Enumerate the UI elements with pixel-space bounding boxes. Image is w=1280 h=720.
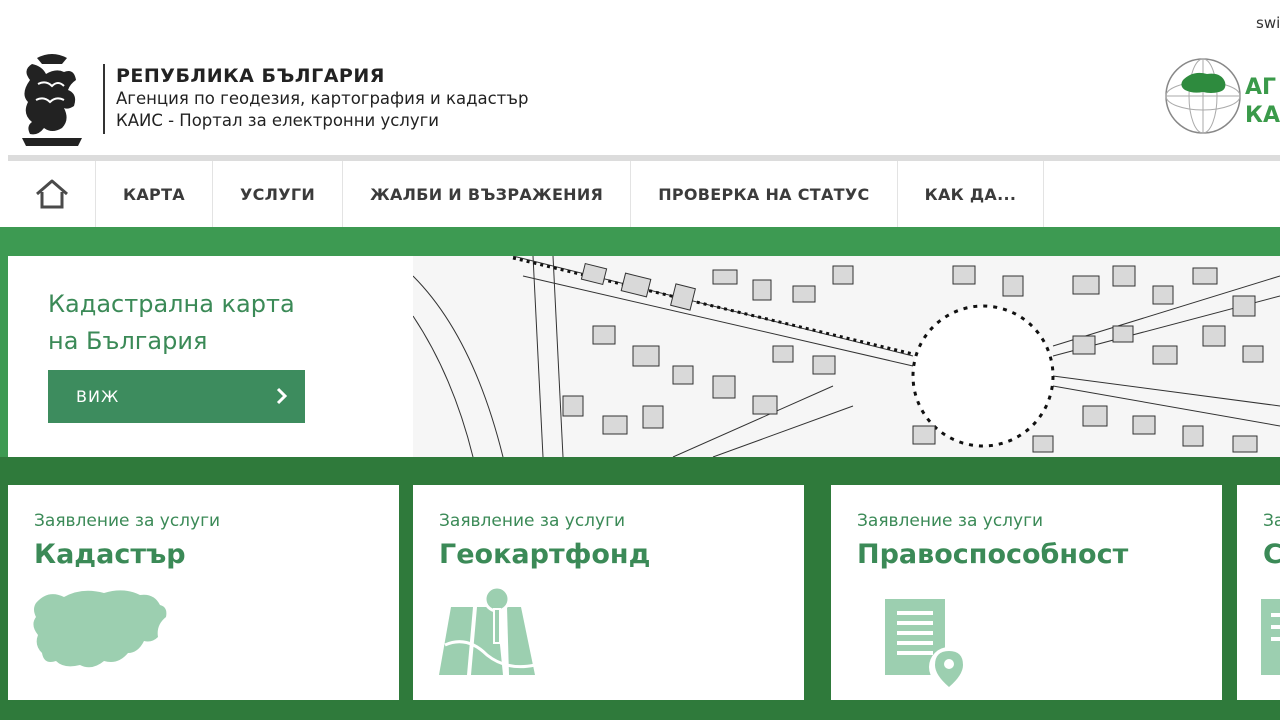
agency-globe-logo — [1165, 58, 1241, 134]
card-title: Правоспособност — [857, 539, 1129, 570]
card-subtitle: Заявление за услуги — [857, 511, 1044, 531]
main-nav: КАРТА УСЛУГИ ЖАЛБИ И ВЪЗРАЖЕНИЯ ПРОВЕРКА… — [8, 161, 1045, 227]
card-subtitle: Заявление за услуги — [34, 511, 221, 531]
card-legal-capacity[interactable]: Заявление за услуги Правоспособност — [831, 485, 1222, 700]
nav-item-map[interactable]: КАРТА — [96, 161, 213, 227]
card-title: Геокартфонд — [439, 539, 651, 570]
card-geocartfond[interactable]: Заявление за услуги Геокартфонд — [413, 485, 804, 700]
nav-item-complaints[interactable]: ЖАЛБИ И ВЪЗРАЖЕНИЯ — [343, 161, 632, 227]
view-map-button-label: ВИЖ — [76, 387, 120, 406]
home-icon — [35, 179, 68, 209]
hero-banner: Кадастрална карта на България ВИЖ — [8, 256, 1280, 457]
agency-logo-text: АГ КА — [1245, 74, 1280, 130]
view-map-button[interactable]: ВИЖ — [48, 370, 305, 423]
header-divider — [103, 64, 105, 134]
nav-item-services[interactable]: УСЛУГИ — [213, 161, 344, 227]
chevron-right-icon — [276, 387, 288, 405]
nav-home[interactable] — [8, 161, 96, 227]
bulgaria-map-icon — [33, 590, 167, 668]
agency-name: Агенция по геодезия, картография и кадас… — [116, 89, 529, 108]
agency-logo-line2: КА — [1245, 103, 1280, 128]
coat-of-arms-icon — [22, 54, 82, 146]
republic-title: РЕПУБЛИКА БЪЛГАРИЯ — [116, 65, 385, 87]
card-title: Кадастър — [34, 539, 186, 570]
site-header: РЕПУБЛИКА БЪЛГАРИЯ Агенция по геодезия, … — [0, 44, 1280, 156]
document-pin-icon — [885, 599, 969, 687]
card-fourth[interactable]: Заявление за услуги С — [1237, 485, 1280, 700]
card-title: С — [1263, 539, 1280, 570]
card-subtitle: Заявление за услуги — [1263, 511, 1280, 531]
map-pin-icon — [439, 585, 536, 675]
card-subtitle: Заявление за услуги — [439, 511, 626, 531]
cadastral-map-image — [413, 256, 1280, 457]
card-cadastre[interactable]: Заявление за услуги Кадастър — [8, 485, 399, 700]
agency-logo-line1: АГ — [1245, 75, 1277, 100]
portal-name: КАИС - Портал за електронни услуги — [116, 111, 440, 130]
document-icon — [1261, 599, 1280, 675]
hero-title: Кадастрална карта на България — [48, 286, 295, 360]
nav-item-how-to[interactable]: КАК ДА... — [898, 161, 1045, 227]
nav-item-status-check[interactable]: ПРОВЕРКА НА СТАТУС — [631, 161, 898, 227]
hero-title-line2: на България — [48, 327, 208, 355]
hero-title-line1: Кадастрална карта — [48, 290, 295, 318]
top-link[interactable]: switch — [1256, 14, 1280, 32]
header-text: РЕПУБЛИКА БЪЛГАРИЯ Агенция по геодезия, … — [116, 64, 528, 132]
